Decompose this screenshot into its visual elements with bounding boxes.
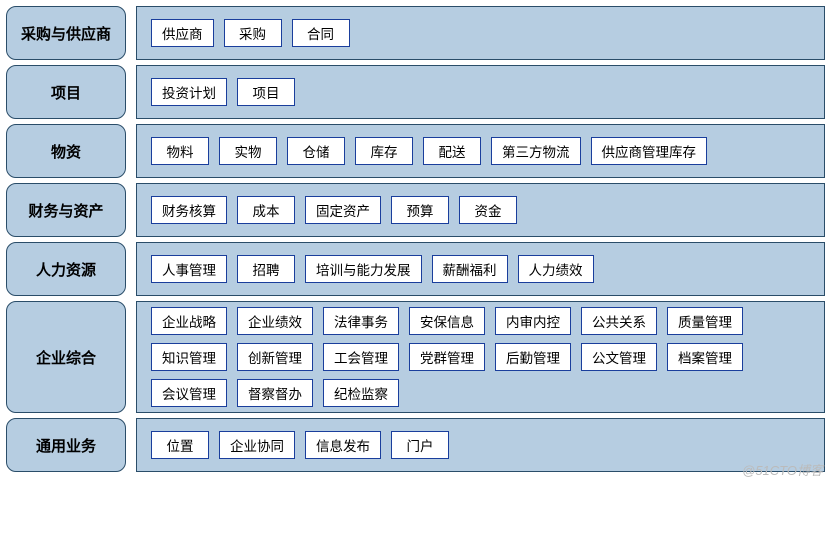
- module-item[interactable]: 公共关系: [581, 307, 657, 335]
- module-item[interactable]: 仓储: [287, 137, 345, 165]
- module-item[interactable]: 培训与能力发展: [305, 255, 422, 283]
- row-4: 人力资源人事管理招聘培训与能力发展薪酬福利人力绩效: [6, 242, 825, 296]
- module-item[interactable]: 成本: [237, 196, 295, 224]
- items-box: 供应商采购合同: [136, 6, 825, 60]
- module-item[interactable]: 供应商管理库存: [591, 137, 708, 165]
- row-0: 采购与供应商供应商采购合同: [6, 6, 825, 60]
- category-label: 企业综合: [6, 301, 126, 413]
- module-item[interactable]: 位置: [151, 431, 209, 459]
- row-5: 企业综合企业战略企业绩效法律事务安保信息内审内控公共关系质量管理知识管理创新管理…: [6, 301, 825, 413]
- module-item[interactable]: 人事管理: [151, 255, 227, 283]
- module-item[interactable]: 配送: [423, 137, 481, 165]
- items-box: 物料实物仓储库存配送第三方物流供应商管理库存: [136, 124, 825, 178]
- module-item[interactable]: 财务核算: [151, 196, 227, 224]
- module-item[interactable]: 薪酬福利: [432, 255, 508, 283]
- row-6: 通用业务位置企业协同信息发布门户: [6, 418, 825, 472]
- module-item[interactable]: 实物: [219, 137, 277, 165]
- module-item[interactable]: 预算: [391, 196, 449, 224]
- items-box: 位置企业协同信息发布门户: [136, 418, 825, 472]
- module-item[interactable]: 党群管理: [409, 343, 485, 371]
- module-item[interactable]: 门户: [391, 431, 449, 459]
- category-label: 项目: [6, 65, 126, 119]
- category-label: 通用业务: [6, 418, 126, 472]
- module-item[interactable]: 纪检监察: [323, 379, 399, 407]
- module-item[interactable]: 人力绩效: [518, 255, 594, 283]
- module-item[interactable]: 法律事务: [323, 307, 399, 335]
- module-item[interactable]: 投资计划: [151, 78, 227, 106]
- module-item[interactable]: 企业绩效: [237, 307, 313, 335]
- module-item[interactable]: 档案管理: [667, 343, 743, 371]
- category-label: 人力资源: [6, 242, 126, 296]
- items-box: 财务核算成本固定资产预算资金: [136, 183, 825, 237]
- module-item[interactable]: 企业协同: [219, 431, 295, 459]
- module-item[interactable]: 企业战略: [151, 307, 227, 335]
- module-item[interactable]: 会议管理: [151, 379, 227, 407]
- watermark: @51CTO博客: [742, 460, 823, 479]
- category-label: 财务与资产: [6, 183, 126, 237]
- items-box: 企业战略企业绩效法律事务安保信息内审内控公共关系质量管理知识管理创新管理工会管理…: [136, 301, 825, 413]
- module-item[interactable]: 内审内控: [495, 307, 571, 335]
- module-item[interactable]: 知识管理: [151, 343, 227, 371]
- module-item[interactable]: 安保信息: [409, 307, 485, 335]
- module-item[interactable]: 督察督办: [237, 379, 313, 407]
- category-label: 物资: [6, 124, 126, 178]
- module-item[interactable]: 招聘: [237, 255, 295, 283]
- items-box: 投资计划项目: [136, 65, 825, 119]
- module-item[interactable]: 资金: [459, 196, 517, 224]
- row-1: 项目投资计划项目: [6, 65, 825, 119]
- row-3: 财务与资产财务核算成本固定资产预算资金: [6, 183, 825, 237]
- module-item[interactable]: 第三方物流: [491, 137, 581, 165]
- module-item[interactable]: 项目: [237, 78, 295, 106]
- module-item[interactable]: 后勤管理: [495, 343, 571, 371]
- module-item[interactable]: 供应商: [151, 19, 214, 47]
- module-item[interactable]: 信息发布: [305, 431, 381, 459]
- module-diagram: 采购与供应商供应商采购合同项目投资计划项目物资物料实物仓储库存配送第三方物流供应…: [6, 6, 825, 472]
- module-item[interactable]: 库存: [355, 137, 413, 165]
- row-2: 物资物料实物仓储库存配送第三方物流供应商管理库存: [6, 124, 825, 178]
- module-item[interactable]: 合同: [292, 19, 350, 47]
- module-item[interactable]: 创新管理: [237, 343, 313, 371]
- module-item[interactable]: 采购: [224, 19, 282, 47]
- module-item[interactable]: 固定资产: [305, 196, 381, 224]
- items-box: 人事管理招聘培训与能力发展薪酬福利人力绩效: [136, 242, 825, 296]
- module-item[interactable]: 质量管理: [667, 307, 743, 335]
- module-item[interactable]: 公文管理: [581, 343, 657, 371]
- category-label: 采购与供应商: [6, 6, 126, 60]
- module-item[interactable]: 物料: [151, 137, 209, 165]
- module-item[interactable]: 工会管理: [323, 343, 399, 371]
